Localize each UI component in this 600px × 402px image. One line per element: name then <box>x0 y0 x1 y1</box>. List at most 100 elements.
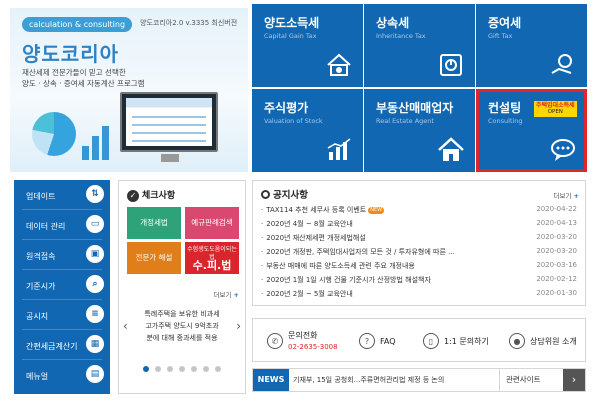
notice-item-title: 2020년 개정판, 주택임대사업자의 모든 것 / 투자유형에 따른 ... <box>261 247 515 257</box>
side-item-label: 메뉴얼 <box>26 372 49 381</box>
pagination-dot[interactable] <box>167 366 173 372</box>
plus-icon: + <box>573 192 579 200</box>
prev-arrow-icon[interactable]: ‹ <box>123 319 128 333</box>
side-item-official-price[interactable]: 공시지 ≡ <box>14 300 110 330</box>
notice-bullet-icon <box>261 190 270 199</box>
slide-line: 고가주택 양도시 9억초과 <box>145 322 219 330</box>
side-item-label: 기준시가 <box>26 282 56 291</box>
side-item-tax-calculator[interactable]: 간편세금계산기 ▦ <box>14 330 110 360</box>
faq-link[interactable]: ? FAQ <box>359 319 396 363</box>
phone-inquiry[interactable]: ✆ 문의전화 02-2635-3008 <box>267 319 338 363</box>
badge-title: 주택임대소득세 <box>536 102 575 109</box>
service-tiles: 양도소득세 Capital Gain Tax 상속세 Inheritance T… <box>252 4 588 172</box>
version-text: 양도코리아2.0 v.3335 최신버전 <box>140 19 238 27</box>
pagination-dot[interactable] <box>191 366 197 372</box>
phone-icon: ✆ <box>267 333 283 349</box>
chevron-right-icon[interactable]: › <box>563 369 585 391</box>
notice-row[interactable]: TAX114 추천 세무사 등록 이벤트NEW 2020-04-22 <box>261 205 577 218</box>
side-item-data-management[interactable]: 데이터 관리 ▭ <box>14 210 110 240</box>
news-headline[interactable]: 기재부, 15일 공청회...주류면허관리법 제정 등 논의 <box>293 369 493 391</box>
tile-gift-tax[interactable]: 증여세 Gift Tax <box>476 4 587 87</box>
tile-consulting[interactable]: 컨설팅 주택임대소득세 OPEN Consulting <box>476 89 587 172</box>
tile-inheritance-tax[interactable]: 상속세 Inheritance Tax <box>364 4 475 87</box>
remote-monitor-icon: ▣ <box>86 245 104 263</box>
pagination-dot[interactable] <box>179 366 185 372</box>
one-to-one-inquiry-link[interactable]: ▯ 1:1 문의하기 <box>423 319 489 363</box>
notice-date: 2020-03-16 <box>536 261 577 269</box>
phone-number: 02-2635-3008 <box>288 342 338 351</box>
button-label: 전문가 해설 <box>135 253 173 262</box>
notice-row[interactable]: 2020년 재산제세편 개정세법해설 2020-03-20 <box>261 233 577 246</box>
tile-title: 증여세 <box>488 16 522 30</box>
notice-item-title: TAX114 추천 세무사 등록 이벤트NEW <box>261 205 515 215</box>
notice-item-title: 2020년 1월 1일 시행 건물 기준시가 산정방법 해설책자 <box>261 275 515 285</box>
notice-item-title: 2020년 재산제세편 개정세법해설 <box>261 233 515 243</box>
update-arrows-icon: ⇅ <box>86 185 104 203</box>
side-item-update[interactable]: 업데이트 ⇅ <box>14 180 110 210</box>
tile-title: 컨설팅 <box>488 101 522 115</box>
supibeop-button[interactable]: 수험생도도움이되는법 수.피.법 <box>185 242 239 274</box>
pagination-dot[interactable] <box>215 366 221 372</box>
ruling-search-button[interactable]: 예규판례검색 <box>185 207 239 239</box>
button-label-big: 수.피.법 <box>192 259 232 272</box>
next-arrow-icon[interactable]: › <box>236 319 241 333</box>
notice-row[interactable]: 2020년 2월 ~ 5월 교육안내 2020-01-30 <box>261 289 577 302</box>
slide-line: 특례주택을 보유한 비과세 <box>144 310 220 318</box>
monitor-stand <box>161 154 179 162</box>
notice-date: 2020-04-22 <box>536 205 577 213</box>
faq-label: FAQ <box>380 336 396 346</box>
tile-subtitle: Valuation of Stock <box>264 117 323 125</box>
counselor-intro-link[interactable]: ● 상담위원 소개 <box>509 319 577 363</box>
button-label: 개정세법 <box>140 218 168 227</box>
notice-date: 2020-02-12 <box>536 275 577 283</box>
safe-icon <box>440 54 462 76</box>
notice-row[interactable]: 2020년 1월 1일 시행 건물 기준시가 산정방법 해설책자 2020-02… <box>261 275 577 288</box>
side-item-standard-price[interactable]: 기준시가 ⌕ <box>14 270 110 300</box>
notice-row[interactable]: 부동산 매매에 따른 양도소득세 관련 주요 개정내용 2020-03-16 <box>261 261 577 274</box>
new-badge: NEW <box>368 207 385 214</box>
tile-title: 부동산매매업자 <box>376 101 454 115</box>
notice-row[interactable]: 2020년 4월 ~ 8월 교육안내 2020-04-13 <box>261 219 577 232</box>
counselor-label: 상담위원 소개 <box>530 336 577 346</box>
plus-icon: + <box>233 291 239 299</box>
banner-tagline: calculation & consulting <box>22 17 132 32</box>
tile-real-estate-agent[interactable]: 부동산매매업자 Real Estate Agent <box>364 89 475 172</box>
revised-tax-law-button[interactable]: 개정세법 <box>127 207 181 239</box>
tile-title: 상속세 <box>376 16 410 30</box>
pagination-dot[interactable] <box>203 366 209 372</box>
tile-title: 주식평가 <box>264 101 309 115</box>
notice-row[interactable]: 2020년 개정판, 주택임대사업자의 모든 것 / 투자유형에 따른 ... … <box>261 247 577 260</box>
notice-date: 2020-01-30 <box>536 289 577 297</box>
tile-capital-gain-tax[interactable]: 양도소득세 Capital Gain Tax <box>252 4 363 87</box>
tile-stock-valuation[interactable]: 주식평가 Valuation of Stock <box>252 89 363 172</box>
document-icon: ≡ <box>86 305 104 323</box>
checklist-more-link[interactable]: 더보기 + <box>214 289 239 299</box>
notice-date: 2020-03-20 <box>536 233 577 241</box>
badge-status: OPEN <box>547 109 563 115</box>
side-item-label: 원격접속 <box>26 252 56 261</box>
pagination-dot[interactable] <box>155 366 161 372</box>
contact-bar: ✆ 문의전화 02-2635-3008 ? FAQ ▯ 1:1 문의하기 ● 상… <box>252 318 586 362</box>
checklist-title: ✓ 체크사항 <box>127 188 175 202</box>
house-wallet-icon <box>327 53 351 76</box>
pie-chart-illustration <box>32 112 76 156</box>
monitor-illustration <box>120 92 218 152</box>
side-item-label: 공시지 <box>26 312 49 321</box>
more-label: 더보기 <box>213 291 232 299</box>
mouse-icon: ▯ <box>423 333 439 349</box>
side-item-remote-access[interactable]: 원격접속 ▣ <box>14 240 110 270</box>
promo-banner[interactable]: calculation & consulting 양도코리아2.0 v.3335… <box>10 8 248 172</box>
tile-subtitle: Consulting <box>488 117 523 125</box>
related-sites-select[interactable]: 관련사이트 <box>499 369 565 391</box>
pagination-dot[interactable] <box>143 366 149 372</box>
expert-commentary-button[interactable]: 전문가 해설 <box>127 242 181 274</box>
side-item-manual[interactable]: 메뉴얼 ▤ <box>14 360 110 390</box>
notice-panel: 공지사항 더보기 + TAX114 추천 세무사 등록 이벤트NEW 2020-… <box>252 180 586 306</box>
tile-subtitle: Real Estate Agent <box>376 117 434 125</box>
notice-text: TAX114 추천 세무사 등록 이벤트 <box>266 206 367 214</box>
notice-item-title: 2020년 2월 ~ 5월 교육안내 <box>261 289 515 299</box>
notice-more-link[interactable]: 더보기 + <box>554 190 579 200</box>
gift-hand-icon <box>551 54 572 74</box>
banner-description: 재산세제 전문가들이 믿고 선택한 양도 · 상속 · 증여세 자동계산 프로그… <box>22 67 145 89</box>
notice-date: 2020-04-13 <box>536 219 577 227</box>
